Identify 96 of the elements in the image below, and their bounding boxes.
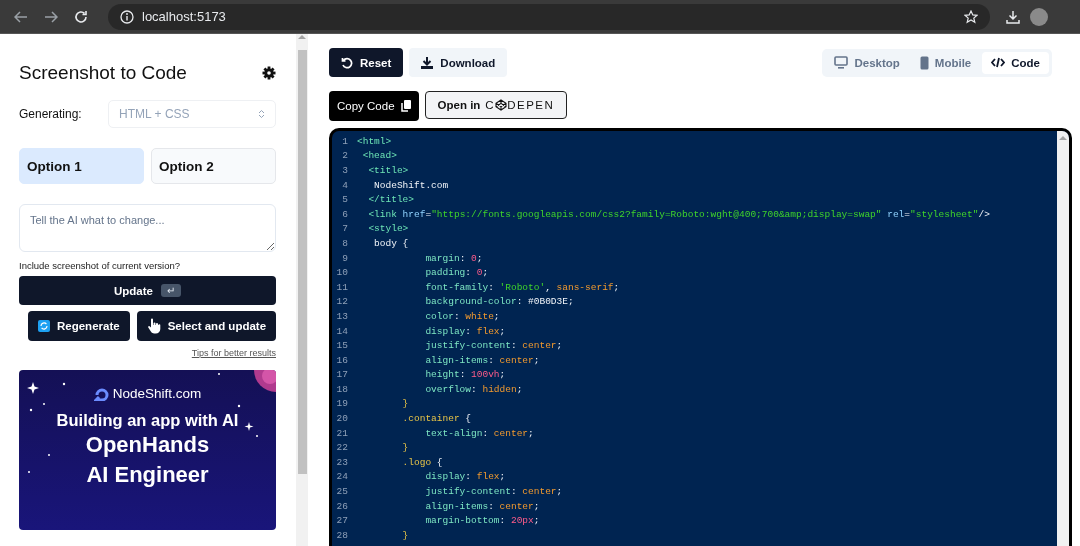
code-line: overflow: hidden; [424, 383, 523, 395]
code-line: margin-bottom: 20px; [424, 515, 540, 527]
line-number: 12 [335, 296, 349, 308]
update-button[interactable]: Update ↵ [19, 276, 276, 305]
settings-icon[interactable] [262, 66, 276, 80]
code-line: justify-content: center; [424, 486, 563, 498]
code-line: justify-content: center; [424, 340, 563, 352]
line-number: 9 [341, 252, 349, 264]
code-line: margin: 0; [424, 252, 483, 264]
download-icon [421, 56, 434, 69]
line-number: 19 [335, 398, 349, 410]
code-line: .logo { [401, 456, 443, 468]
info-icon[interactable] [120, 9, 134, 24]
code-line: <title> [367, 165, 409, 176]
code-line: <style> [367, 223, 409, 235]
line-number: 27 [335, 515, 349, 527]
include-screenshot-label: Include screenshot of current version? [19, 260, 182, 271]
app-title: Screenshot to Code [19, 62, 187, 84]
code-icon [991, 57, 1006, 68]
open-in-codepen-button[interactable]: Open in C DEPEN [424, 91, 568, 119]
address-bar[interactable]: localhost:5173 [108, 3, 990, 30]
prompt-field[interactable]: Tell the AI what to change... [19, 204, 276, 252]
brand-name: NodeShift.com [112, 386, 202, 401]
code-line: } [401, 529, 409, 541]
undo-icon [341, 56, 353, 69]
line-number: 10 [335, 267, 349, 279]
banner-headline: Building an app with AI [56, 411, 239, 430]
line-number: 4 [341, 179, 349, 191]
option-tab[interactable]: Option 2 [151, 148, 276, 184]
cube-icon [495, 99, 508, 111]
view-tab[interactable]: Mobile [910, 51, 981, 74]
line-number: 7 [341, 223, 349, 235]
line-number: 16 [335, 354, 349, 366]
code-line: height: 100vh; [424, 369, 506, 381]
banner-title: OpenHands [85, 431, 210, 459]
code-line: } [401, 442, 409, 454]
code-line: color: white; [424, 310, 500, 322]
reset-button[interactable]: Reset [329, 48, 404, 77]
code-line: NodeShift.com [373, 179, 449, 191]
download-button[interactable]: Download [409, 48, 508, 77]
line-number: 22 [335, 442, 349, 454]
line-number: 3 [341, 165, 349, 176]
code-line: <head> [361, 150, 397, 162]
scroll-up-icon[interactable] [1059, 135, 1067, 141]
code-line: font-family: 'Roboto', sans-serif; [424, 281, 620, 293]
line-number: 1 [341, 135, 349, 147]
code-line: align-items: center; [424, 354, 540, 366]
tips-link[interactable]: Tips for better results [191, 348, 276, 358]
line-number: 13 [335, 310, 349, 322]
line-number: 20 [335, 413, 349, 425]
logo-icon [93, 386, 110, 401]
generating-label: Generating: [19, 107, 83, 121]
regenerate-button[interactable]: Regenerate [28, 311, 130, 341]
pointing-hand-icon [146, 318, 161, 334]
code-line: display: flex; [424, 471, 506, 483]
code-line: <link href="https://fonts.googleapis.com/css2?family=Roboto:wght@400;700&amp;display=swap" rel="stylesheet"/> [367, 208, 990, 220]
code-line: </title> [367, 194, 414, 206]
chevron-updown-icon [258, 109, 265, 119]
line-number: 23 [335, 456, 349, 468]
avatar[interactable] [1030, 7, 1048, 26]
line-number: 25 [335, 486, 349, 498]
code-line: display: flex; [424, 325, 506, 337]
code-line: text-align: center; [424, 427, 534, 439]
line-number: 14 [335, 325, 349, 337]
line-number: 15 [335, 340, 349, 352]
line-number: 24 [335, 471, 349, 483]
refresh-icon [38, 320, 50, 332]
line-number: 11 [335, 281, 349, 293]
line-number: 8 [341, 237, 349, 249]
code-line: align-items: center; [424, 500, 540, 512]
banner-title: AI Engineer [86, 461, 209, 489]
line-number: 2 [341, 150, 349, 162]
line-number: 6 [341, 208, 349, 220]
code-line: body { [373, 237, 409, 249]
view-tab[interactable]: Desktop [825, 51, 909, 74]
code-line: padding: 0; [424, 267, 489, 279]
select-and-update-button[interactable]: Select and update [136, 311, 277, 341]
copy-code-button[interactable]: Copy Code [329, 91, 419, 121]
view-tab[interactable]: Code [982, 51, 1049, 74]
line-number: 21 [335, 427, 349, 439]
code-line: } [401, 398, 409, 410]
code-line: <html> [357, 135, 392, 147]
monitor-icon [834, 56, 849, 69]
star-icon[interactable] [964, 9, 978, 24]
line-number: 28 [335, 529, 349, 541]
option-tab[interactable]: Option 1 [19, 148, 144, 184]
line-number: 5 [341, 194, 349, 206]
line-number: 18 [335, 383, 349, 395]
code-line: .container { [401, 413, 472, 425]
line-number: 17 [335, 369, 349, 381]
phone-icon [919, 55, 929, 70]
code-line: background-color: #0B0D3E; [424, 296, 574, 308]
copy-icon [400, 100, 411, 112]
line-number: 26 [335, 500, 349, 512]
scrollbar-thumb[interactable] [297, 50, 307, 474]
ad-banner[interactable]: NodeShift.com Building an app with AI OpenHands AI Engineer [19, 370, 276, 530]
